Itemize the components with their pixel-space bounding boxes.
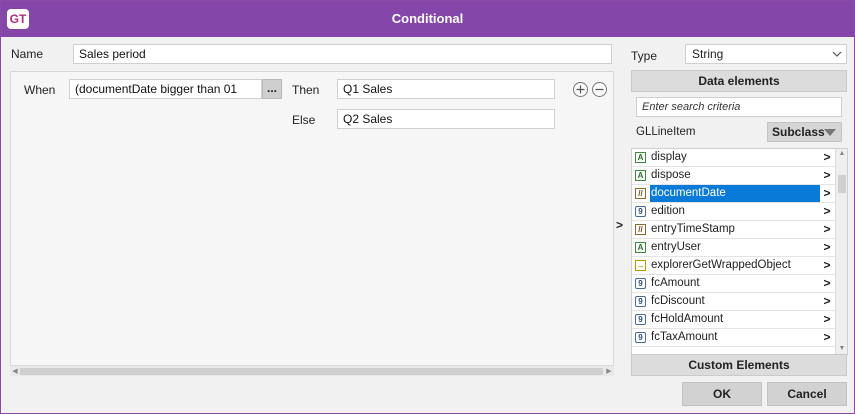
expression-builder-button[interactable]: ...: [262, 79, 282, 99]
element-type-icon: →: [635, 260, 646, 271]
expand-element-arrow[interactable]: >: [821, 239, 833, 256]
list-item[interactable]: 9 fcAmount >: [632, 275, 836, 293]
expand-element-arrow[interactable]: >: [821, 203, 833, 220]
scroll-down-icon[interactable]: ▼: [836, 344, 848, 354]
expand-element-arrow[interactable]: >: [821, 221, 833, 238]
element-label: edition: [651, 205, 685, 217]
element-label: documentDate: [650, 185, 820, 202]
expand-element-arrow[interactable]: >: [821, 185, 833, 202]
subclass-label: Subclass: [772, 125, 825, 139]
cancel-button[interactable]: Cancel: [767, 382, 847, 406]
element-type-icon: 9: [635, 278, 646, 289]
else-label: Else: [292, 113, 316, 127]
subclass-button[interactable]: Subclass: [767, 122, 842, 142]
search-input[interactable]: Enter search criteria: [636, 97, 842, 117]
chevron-down-icon: [832, 51, 842, 57]
element-type-icon: A: [635, 152, 646, 163]
scroll-right-icon[interactable]: ▶: [604, 366, 614, 377]
expand-element-arrow[interactable]: >: [821, 329, 833, 346]
element-type-icon: A: [635, 170, 646, 181]
then-label: Then: [292, 83, 320, 97]
list-item[interactable]: Adisplay >: [632, 149, 836, 167]
data-elements-list: Adisplay > Adispose >//documentDate >9 editio…: [631, 148, 848, 355]
element-label: fcAmount: [651, 277, 700, 289]
dropdown-triangle-icon: [824, 129, 836, 136]
element-label: explorerGetWrappedObject: [651, 259, 791, 271]
custom-elements-header[interactable]: Custom Elements: [631, 354, 847, 376]
list-item[interactable]: // documentDate >: [632, 185, 836, 203]
when-expression-input[interactable]: (documentDate bigger than 01: [69, 79, 262, 99]
list-item[interactable]: // entryTimeStamp >: [632, 221, 836, 239]
add-condition-button[interactable]: [573, 82, 588, 97]
class-name-label: GLLineItem: [636, 126, 696, 138]
scroll-up-icon[interactable]: ▲: [836, 149, 848, 159]
expand-element-arrow[interactable]: >: [821, 257, 833, 274]
expand-element-arrow[interactable]: >: [821, 311, 833, 328]
remove-condition-button[interactable]: [592, 82, 607, 97]
when-label: When: [24, 83, 56, 97]
element-type-icon: 9: [635, 314, 646, 325]
element-type-icon: 9: [635, 206, 646, 217]
expand-element-arrow[interactable]: >: [821, 275, 833, 292]
element-label: fcHoldAmount: [651, 313, 724, 325]
element-type-icon: A: [635, 242, 646, 253]
vertical-scrollbar[interactable]: ▲ ▼: [835, 149, 847, 354]
type-select[interactable]: String: [685, 44, 847, 64]
expand-element-arrow[interactable]: >: [821, 149, 833, 166]
list-item[interactable]: AentryUser >: [632, 239, 836, 257]
list-item[interactable]: 9 fcTaxAmount >: [632, 329, 836, 347]
element-label: display: [651, 151, 687, 163]
expand-element-arrow[interactable]: >: [821, 167, 833, 184]
minus-icon: [595, 88, 604, 91]
expand-element-arrow[interactable]: >: [821, 293, 833, 310]
data-elements-header: Data elements: [631, 70, 847, 92]
element-type-icon: 9: [635, 332, 646, 343]
scroll-left-icon[interactable]: ◀: [10, 366, 20, 377]
element-label: fcTaxAmount: [651, 331, 718, 343]
type-label: Type: [631, 49, 658, 63]
dialog-title: Conditional: [391, 11, 464, 26]
element-label: dispose: [651, 169, 691, 181]
conditional-dialog: GT Conditional Name Sales period When (d…: [0, 0, 855, 414]
vertical-scrollbar-thumb[interactable]: [838, 175, 846, 193]
list-item[interactable]: 9 fcHoldAmount >: [632, 311, 836, 329]
name-label: Name: [11, 47, 44, 61]
title-bar[interactable]: GT Conditional: [1, 1, 854, 37]
list-item[interactable]: 9 fcDiscount >: [632, 293, 836, 311]
insert-element-arrow[interactable]: >: [616, 218, 623, 232]
name-input[interactable]: Sales period: [73, 44, 612, 64]
element-type-icon: //: [635, 188, 646, 199]
element-type-icon: 9: [635, 296, 646, 307]
element-type-icon: //: [635, 224, 646, 235]
ok-button[interactable]: OK: [682, 382, 762, 406]
then-input[interactable]: Q1 Sales: [337, 79, 555, 99]
type-value: String: [692, 47, 724, 61]
list-item[interactable]: 9 edition >: [632, 203, 836, 221]
element-label: entryTimeStamp: [651, 223, 735, 235]
list-item[interactable]: Adispose >: [632, 167, 836, 185]
list-item[interactable]: → explorerGetWrappedObject >: [632, 257, 836, 275]
plus-icon: [576, 85, 585, 94]
element-label: fcDiscount: [651, 295, 705, 307]
scrollbar-thumb[interactable]: [20, 368, 603, 375]
horizontal-scrollbar[interactable]: ◀ ▶: [10, 365, 614, 376]
element-label: entryUser: [651, 241, 701, 253]
else-input[interactable]: Q2 Sales: [337, 109, 555, 129]
